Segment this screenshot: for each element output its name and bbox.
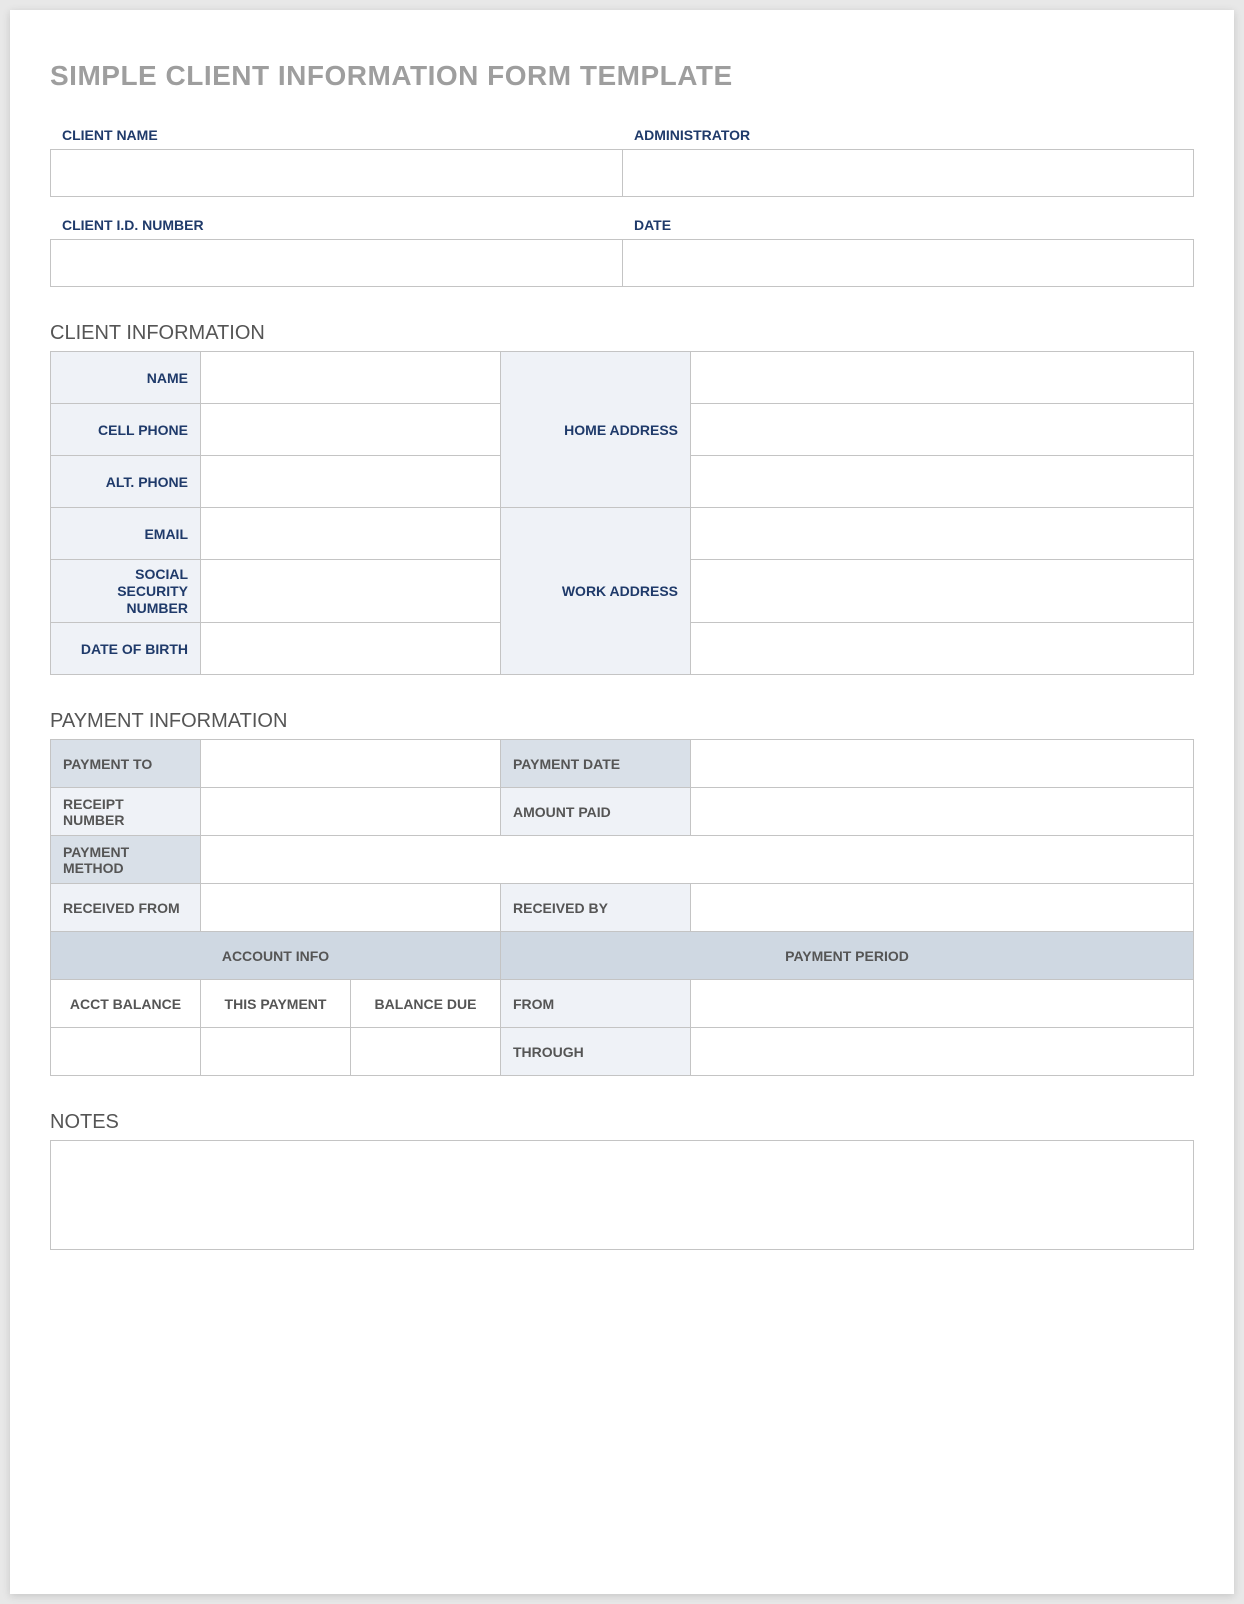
amount-paid-label: AMOUNT PAID	[501, 788, 691, 836]
payment-info-table: PAYMENT TO PAYMENT DATE RECEIPT NUMBER A…	[50, 739, 1194, 1076]
notes-section-title: NOTES	[50, 1111, 1194, 1134]
administrator-input[interactable]	[622, 149, 1194, 197]
received-by-label: RECEIVED BY	[501, 884, 691, 932]
alt-phone-label: ALT. PHONE	[51, 456, 201, 508]
dob-input[interactable]	[201, 623, 501, 675]
acct-balance-input[interactable]	[51, 1028, 201, 1076]
cell-phone-input[interactable]	[201, 404, 501, 456]
home-address-line3[interactable]	[691, 456, 1194, 508]
email-label: EMAIL	[51, 508, 201, 560]
work-address-line1[interactable]	[691, 508, 1194, 560]
cell-phone-label: CELL PHONE	[51, 404, 201, 456]
payment-method-input[interactable]	[201, 836, 1194, 884]
through-input[interactable]	[691, 1028, 1194, 1076]
this-payment-label: THIS PAYMENT	[201, 980, 351, 1028]
payment-date-label: PAYMENT DATE	[501, 740, 691, 788]
form-page: SIMPLE CLIENT INFORMATION FORM TEMPLATE …	[10, 10, 1234, 1594]
home-address-line1[interactable]	[691, 352, 1194, 404]
name-input[interactable]	[201, 352, 501, 404]
amount-paid-input[interactable]	[691, 788, 1194, 836]
header-grid-2: CLIENT I.D. NUMBER DATE	[50, 217, 1194, 287]
payment-to-input[interactable]	[201, 740, 501, 788]
page-title: SIMPLE CLIENT INFORMATION FORM TEMPLATE	[50, 60, 1194, 92]
client-name-input[interactable]	[50, 149, 622, 197]
client-info-section-title: CLIENT INFORMATION	[50, 322, 1194, 345]
alt-phone-input[interactable]	[201, 456, 501, 508]
home-address-line2[interactable]	[691, 404, 1194, 456]
name-label: NAME	[51, 352, 201, 404]
received-by-input[interactable]	[691, 884, 1194, 932]
payment-to-label: PAYMENT TO	[51, 740, 201, 788]
received-from-label: RECEIVED FROM	[51, 884, 201, 932]
ssn-input[interactable]	[201, 560, 501, 623]
payment-date-input[interactable]	[691, 740, 1194, 788]
payment-info-section-title: PAYMENT INFORMATION	[50, 710, 1194, 733]
administrator-label: ADMINISTRATOR	[622, 127, 1194, 149]
email-input[interactable]	[201, 508, 501, 560]
balance-due-input[interactable]	[351, 1028, 501, 1076]
client-id-input[interactable]	[50, 239, 622, 287]
date-label: DATE	[622, 217, 1194, 239]
receipt-number-label: RECEIPT NUMBER	[51, 788, 201, 836]
client-id-label: CLIENT I.D. NUMBER	[50, 217, 622, 239]
receipt-number-input[interactable]	[201, 788, 501, 836]
header-grid: CLIENT NAME ADMINISTRATOR	[50, 127, 1194, 197]
this-payment-input[interactable]	[201, 1028, 351, 1076]
work-address-line2[interactable]	[691, 560, 1194, 623]
account-info-header: ACCOUNT INFO	[51, 932, 501, 980]
date-input[interactable]	[622, 239, 1194, 287]
from-input[interactable]	[691, 980, 1194, 1028]
through-label: THROUGH	[501, 1028, 691, 1076]
from-label: FROM	[501, 980, 691, 1028]
dob-label: DATE OF BIRTH	[51, 623, 201, 675]
work-address-line3[interactable]	[691, 623, 1194, 675]
home-address-label: HOME ADDRESS	[501, 352, 691, 508]
notes-input[interactable]	[50, 1140, 1194, 1250]
payment-period-header: PAYMENT PERIOD	[501, 932, 1194, 980]
ssn-label: SOCIAL SECURITY NUMBER	[51, 560, 201, 623]
balance-due-label: BALANCE DUE	[351, 980, 501, 1028]
payment-method-label: PAYMENT METHOD	[51, 836, 201, 884]
acct-balance-label: ACCT BALANCE	[51, 980, 201, 1028]
client-info-table: NAME HOME ADDRESS CELL PHONE ALT. PHONE …	[50, 351, 1194, 675]
work-address-label: WORK ADDRESS	[501, 508, 691, 675]
client-name-label: CLIENT NAME	[50, 127, 622, 149]
received-from-input[interactable]	[201, 884, 501, 932]
